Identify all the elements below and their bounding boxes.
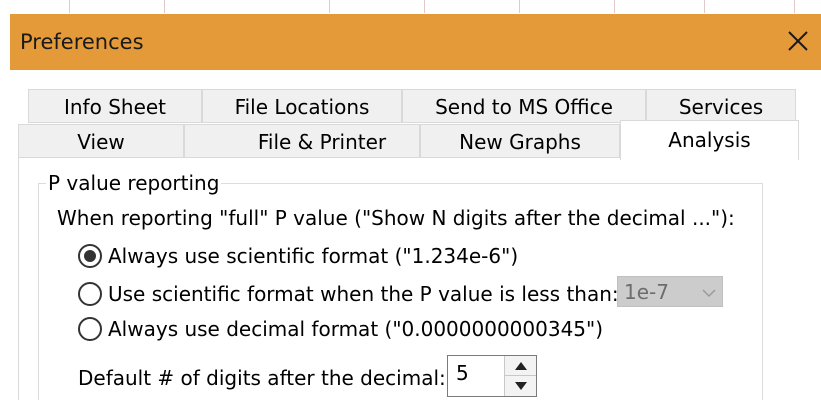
option-scientific-threshold-label[interactable]: Use scientific format when the P value i… [108,282,619,306]
radio-scientific-threshold[interactable] [78,282,102,306]
digits-value[interactable]: 5 [456,361,469,385]
arrow-down-icon[interactable] [505,376,536,396]
arrow-up-icon[interactable] [505,356,536,376]
tab-send-to-ms-office[interactable]: Send to MS Office [402,89,646,123]
window-title: Preferences [20,30,144,54]
option-decimal-always-label[interactable]: Always use decimal format ("0.0000000000… [108,317,603,341]
tab-view[interactable]: View [18,124,184,158]
tab-file-and-printer[interactable]: File & Printer [184,124,420,158]
threshold-value: 1e-7 [624,280,669,304]
stepper-buttons [504,356,536,396]
tab-analysis[interactable]: Analysis [620,120,799,160]
tab-row-bottom: View File & Printer New Graphs Analysis [18,120,799,160]
threshold-combobox[interactable]: 1e-7 [617,276,723,307]
pvalue-group-label: P value reporting [46,171,222,195]
tab-services[interactable]: Services [646,89,796,123]
radio-scientific-always[interactable] [78,244,102,268]
title-bar: Preferences [10,14,821,70]
pvalue-instruction: When reporting "full" P value ("Show N d… [57,206,735,230]
digits-label: Default # of digits after the decimal: [78,366,446,390]
tab-new-graphs[interactable]: New Graphs [420,124,620,158]
tab-row-top: Info Sheet File Locations Send to MS Off… [18,89,799,123]
radio-selected-dot [84,250,96,262]
tab-file-locations[interactable]: File Locations [202,89,402,123]
tab-info-sheet[interactable]: Info Sheet [28,89,202,123]
digits-stepper[interactable]: 5 [447,355,537,397]
chevron-down-icon [702,285,716,299]
background-sheet-strip [0,0,821,13]
option-scientific-always-label[interactable]: Always use scientific format ("1.234e-6"… [108,244,518,268]
radio-decimal-always[interactable] [78,317,102,341]
close-icon[interactable] [785,28,811,54]
